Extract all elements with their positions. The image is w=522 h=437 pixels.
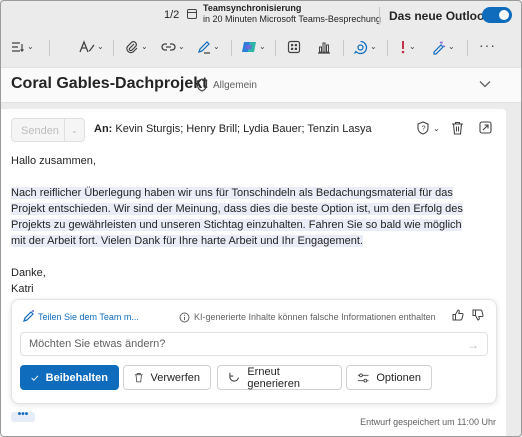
link-icon (161, 43, 176, 51)
checkmark-icon (31, 374, 39, 381)
show-more-button[interactable]: ••• (11, 410, 35, 422)
link-button[interactable]: ⌄ (161, 35, 185, 59)
recipients: Kevin Sturgis; Henry Brill; Lydia Bauer;… (115, 123, 372, 135)
options-sliders-icon (357, 373, 369, 382)
draft-saved-status: Entwurf gespeichert um 11:00 Uhr (360, 417, 496, 427)
apps-icon (287, 40, 301, 54)
options-label: Optionen (376, 371, 421, 384)
chart-icon (318, 42, 330, 54)
divider (467, 40, 468, 56)
reminder-title: Teamsynchronisierung (203, 3, 302, 13)
priority-icon (401, 41, 405, 54)
subject-header: Coral Gables-Dachprojekt Allgemein (1, 67, 521, 103)
greeting: Hallo zusammen, (11, 155, 96, 167)
divider (113, 40, 114, 56)
ai-disclaimer: KI-generierte Inhalte können falsche Inf… (194, 312, 436, 322)
keep-label: Beibehalten (45, 371, 108, 384)
new-outlook-label: Das neue Outlook (389, 9, 492, 23)
new-outlook-toggle[interactable] (482, 7, 512, 23)
copilot-button[interactable]: ⌄ (241, 35, 266, 59)
subject-title[interactable]: Coral Gables-Dachprojekt (11, 75, 208, 93)
discard-button[interactable]: Verwerfen (123, 365, 211, 390)
thumbs-up-icon[interactable] (452, 309, 464, 321)
delete-icon[interactable] (451, 121, 464, 135)
chevron-down-icon: ⌄ (448, 42, 455, 51)
thumbs-down-icon[interactable] (472, 309, 484, 321)
chevron-down-icon: ⌄ (370, 42, 377, 51)
generated-paragraph: Nach reiflicher Überlegung haben wir uns… (11, 187, 463, 247)
chevron-down-icon[interactable]: ⌄ (71, 126, 78, 135)
keep-button[interactable]: Beibehalten (20, 365, 119, 390)
signature-icon (198, 41, 210, 54)
copilot-draft-panel: Teilen Sie dem Team m... KI-generierte I… (11, 299, 497, 404)
reminder-pager[interactable]: 1/2 (164, 9, 179, 21)
chevron-down-icon: ⌄ (409, 42, 416, 51)
attach-icon (126, 41, 138, 54)
chevron-down-icon: ⌄ (27, 42, 34, 51)
loop-icon (353, 40, 368, 54)
sensitivity-button[interactable]: ⌄ (431, 35, 455, 59)
chart-button[interactable] (317, 35, 331, 59)
copilot-prompt-title[interactable]: Teilen Sie dem Team m... (38, 312, 139, 322)
refine-placeholder: Möchten Sie etwas ändern? (29, 338, 166, 350)
send-label: Senden (21, 125, 59, 137)
signature: Katri (11, 283, 34, 295)
closing: Danke, (11, 267, 46, 279)
pen-sparkle-icon (23, 310, 34, 322)
delete-icon (134, 373, 143, 383)
info-icon (179, 312, 190, 323)
signature-button[interactable]: ⌄ (197, 35, 220, 59)
chevron-down-icon: ⌄ (141, 42, 148, 51)
send-arrow-icon[interactable]: → (467, 338, 479, 352)
to-label: An: (94, 123, 113, 135)
loop-button[interactable]: ⌄ (353, 35, 377, 59)
divider (275, 40, 276, 56)
calendar-icon (187, 9, 197, 19)
recipients-line[interactable]: An: Kevin Sturgis; Henry Brill; Lydia Ba… (94, 123, 372, 135)
ribbon-toolbar: ⌄ ⌄ ⌄ ⌄ ⌄ ⌄ ⌄ ⌄ ⌄ ··· (1, 31, 521, 63)
list-format-button[interactable]: ⌄ (11, 35, 34, 59)
divider (64, 119, 65, 141)
notification-bar: 1/2 Teamsynchronisierung in 20 Minuten M… (1, 1, 521, 31)
category-label[interactable]: Allgemein (213, 80, 257, 91)
compose-pane: Senden ⌄ An: Kevin Sturgis; Henry Brill;… (1, 109, 506, 436)
message-body[interactable]: Hallo zusammen, Nach reiflicher Überlegu… (11, 153, 471, 297)
chevron-down-icon: ⌄ (178, 42, 185, 51)
reminder-detail: in 20 Minuten Microsoft Teams-Besprechun… (203, 14, 381, 24)
meeting-reminder[interactable]: Teamsynchronisierung in 20 Minuten Micro… (203, 3, 381, 25)
svg-text:?: ? (422, 126, 426, 133)
divider (343, 40, 344, 56)
divider (379, 7, 380, 25)
sensitivity-icon (433, 41, 446, 55)
regenerate-button[interactable]: Erneut generieren (217, 365, 342, 390)
chevron-down-icon: ⌄ (213, 42, 220, 51)
chevron-down-icon[interactable]: ⌄ (433, 125, 440, 133)
priority-button[interactable]: ⌄ (399, 35, 416, 59)
copilot-icon (242, 42, 256, 52)
regenerate-label: Erneut generieren (247, 365, 300, 390)
text-style-button[interactable]: ⌄ (79, 35, 104, 59)
chevron-down-icon: ⌄ (97, 42, 104, 51)
refresh-icon (229, 372, 239, 382)
sensitivity-label-icon[interactable]: ? (416, 121, 430, 135)
divider (231, 40, 232, 56)
divider (49, 40, 50, 56)
list-format-icon (12, 42, 24, 52)
options-button[interactable]: Optionen (346, 365, 432, 390)
popout-icon[interactable] (479, 121, 492, 134)
attach-button[interactable]: ⌄ (125, 35, 148, 59)
refine-input[interactable]: Möchten Sie etwas ändern? → (20, 332, 488, 356)
more-icon[interactable]: ··· (479, 37, 496, 53)
chevron-down-icon: ⌄ (259, 42, 266, 51)
send-button[interactable]: Senden ⌄ (11, 118, 85, 142)
divider (387, 40, 388, 56)
apps-button[interactable] (287, 35, 301, 59)
outlook-compose-window: 1/2 Teamsynchronisierung in 20 Minuten M… (0, 0, 522, 437)
discard-label: Verwerfen (150, 371, 200, 384)
shield-icon (196, 78, 208, 92)
toggle-knob (499, 10, 509, 20)
chevron-down-icon[interactable] (479, 80, 491, 88)
text-style-icon (79, 40, 95, 53)
